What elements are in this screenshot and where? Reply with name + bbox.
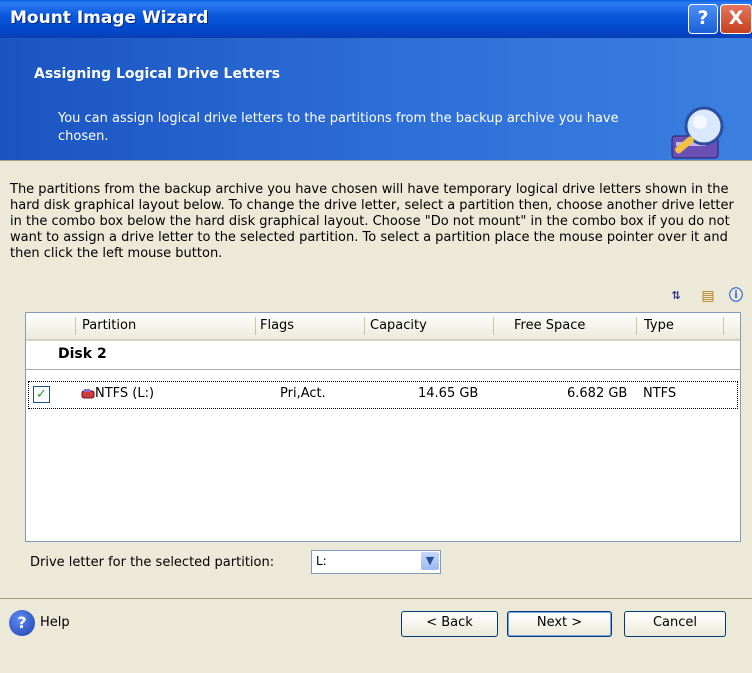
column-header: Partition Flags Capacity Free Space Type: [26, 313, 740, 341]
drive-letter-select[interactable]: L: ▼: [311, 550, 441, 574]
partition-list[interactable]: Partition Flags Capacity Free Space Type…: [25, 312, 741, 542]
partition-free-space: 6.682 GB: [567, 386, 628, 401]
close-button[interactable]: X: [720, 4, 752, 34]
sort-icon[interactable]: ⇅: [666, 286, 686, 306]
column-divider: [723, 317, 724, 335]
footer-divider: [0, 598, 752, 599]
col-capacity[interactable]: Capacity: [370, 318, 427, 333]
wizard-window: Mount Image Wizard ? X Assigning Logical…: [0, 0, 752, 673]
partition-capacity: 14.65 GB: [418, 386, 479, 401]
help-title-button[interactable]: ?: [688, 4, 718, 34]
page-description: You can assign logical drive letters to …: [58, 111, 619, 144]
column-divider: [636, 317, 637, 335]
col-free-space[interactable]: Free Space: [514, 318, 585, 333]
column-divider: [493, 317, 494, 335]
partition-row[interactable]: ✓ NTFS (L:) Pri,Act. 14.65 GB 6.682 GB N…: [28, 381, 738, 409]
partition-checkbox[interactable]: ✓: [33, 386, 50, 403]
col-partition[interactable]: Partition: [82, 318, 136, 333]
properties-icon[interactable]: ▤: [698, 286, 718, 306]
help-icon[interactable]: ?: [9, 610, 35, 636]
column-divider: [255, 317, 256, 335]
partition-name: NTFS (L:): [95, 386, 155, 401]
help-link[interactable]: Help: [40, 615, 70, 630]
col-type[interactable]: Type: [644, 318, 674, 333]
next-button[interactable]: Next >: [507, 611, 612, 637]
drive-magnifier-icon: [671, 106, 724, 159]
drive-letter-label: Drive letter for the selected partition:: [30, 555, 275, 570]
column-divider: [75, 317, 76, 335]
disk-label: Disk 2: [58, 346, 107, 362]
page-title: Assigning Logical Drive Letters: [34, 66, 281, 82]
col-flags[interactable]: Flags: [260, 318, 294, 333]
wizard-header: Assigning Logical Drive Letters You can …: [0, 38, 752, 161]
chevron-down-icon[interactable]: ▼: [421, 552, 439, 570]
cancel-button[interactable]: Cancel: [624, 611, 726, 637]
disk-row: Disk 2: [26, 341, 740, 370]
partition-icon: [81, 389, 95, 399]
partition-flags: Pri,Act.: [280, 386, 326, 401]
back-button[interactable]: < Back: [401, 611, 498, 637]
window-title: Mount Image Wizard: [10, 8, 209, 28]
column-divider: [364, 317, 365, 335]
partition-type: NTFS: [643, 386, 677, 401]
instructions-text: The partitions from the backup archive y…: [10, 182, 734, 261]
info-icon[interactable]: ⓘ: [726, 286, 746, 306]
drive-letter-value: L:: [316, 554, 327, 568]
title-bar[interactable]: Mount Image Wizard ? X: [0, 0, 752, 38]
